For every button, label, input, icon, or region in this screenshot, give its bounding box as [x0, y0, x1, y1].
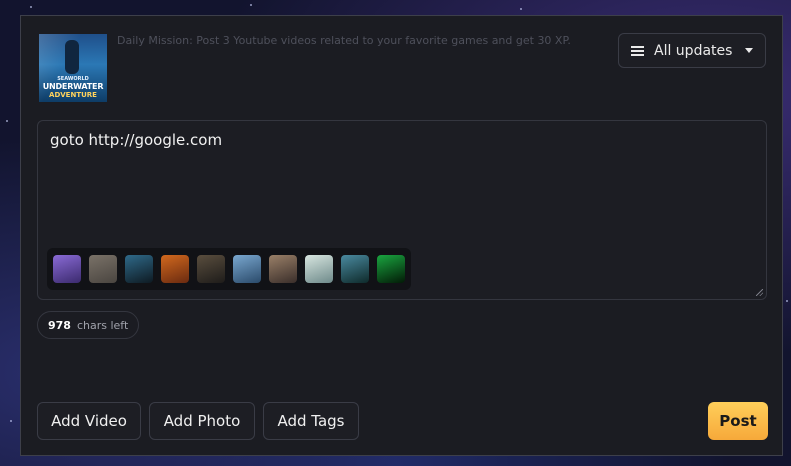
post-text-value: goto http://google.com — [50, 131, 223, 149]
game-thumbnail-strip — [47, 248, 411, 290]
game-thumbnail[interactable] — [161, 255, 189, 283]
background-star — [786, 300, 788, 302]
menu-icon — [631, 45, 644, 56]
game-thumbnail[interactable] — [233, 255, 261, 283]
game-thumbnail[interactable] — [125, 255, 153, 283]
resize-handle-icon[interactable] — [756, 289, 763, 296]
game-thumbnail[interactable] — [53, 255, 81, 283]
add-tags-button[interactable]: Add Tags — [263, 402, 359, 440]
game-thumbnail[interactable] — [341, 255, 369, 283]
updates-filter-dropdown[interactable]: All updates — [618, 33, 766, 68]
thumbnail-title-line1: UNDERWATER — [42, 82, 104, 91]
chevron-down-icon — [745, 48, 753, 53]
diver-silhouette — [65, 40, 79, 74]
background-star — [30, 6, 32, 8]
post-textarea[interactable]: goto http://google.com — [37, 120, 767, 300]
background-star — [6, 120, 8, 122]
chars-left-badge: 978 chars left — [37, 311, 140, 339]
chars-left-label: chars left — [76, 318, 129, 332]
background-star — [520, 8, 522, 10]
game-thumbnail[interactable] — [377, 255, 405, 283]
post-button[interactable]: Post — [708, 402, 768, 440]
game-thumbnail[interactable] — [305, 255, 333, 283]
add-photo-button[interactable]: Add Photo — [149, 402, 255, 440]
background-star — [10, 420, 12, 422]
mission-thumbnail: SEAWORLD UNDERWATER ADVENTURE — [39, 34, 107, 102]
post-composer-panel: SEAWORLD UNDERWATER ADVENTURE Daily Miss… — [20, 15, 783, 456]
game-thumbnail[interactable] — [197, 255, 225, 283]
game-thumbnail[interactable] — [269, 255, 297, 283]
thumbnail-title-line2: ADVENTURE — [49, 91, 97, 99]
chars-left-count: 978 — [48, 318, 71, 332]
filter-label: All updates — [654, 42, 733, 59]
game-thumbnail[interactable] — [89, 255, 117, 283]
add-video-button[interactable]: Add Video — [37, 402, 141, 440]
background-star — [250, 4, 252, 6]
daily-mission-text: Daily Mission: Post 3 Youtube videos rel… — [117, 34, 571, 47]
